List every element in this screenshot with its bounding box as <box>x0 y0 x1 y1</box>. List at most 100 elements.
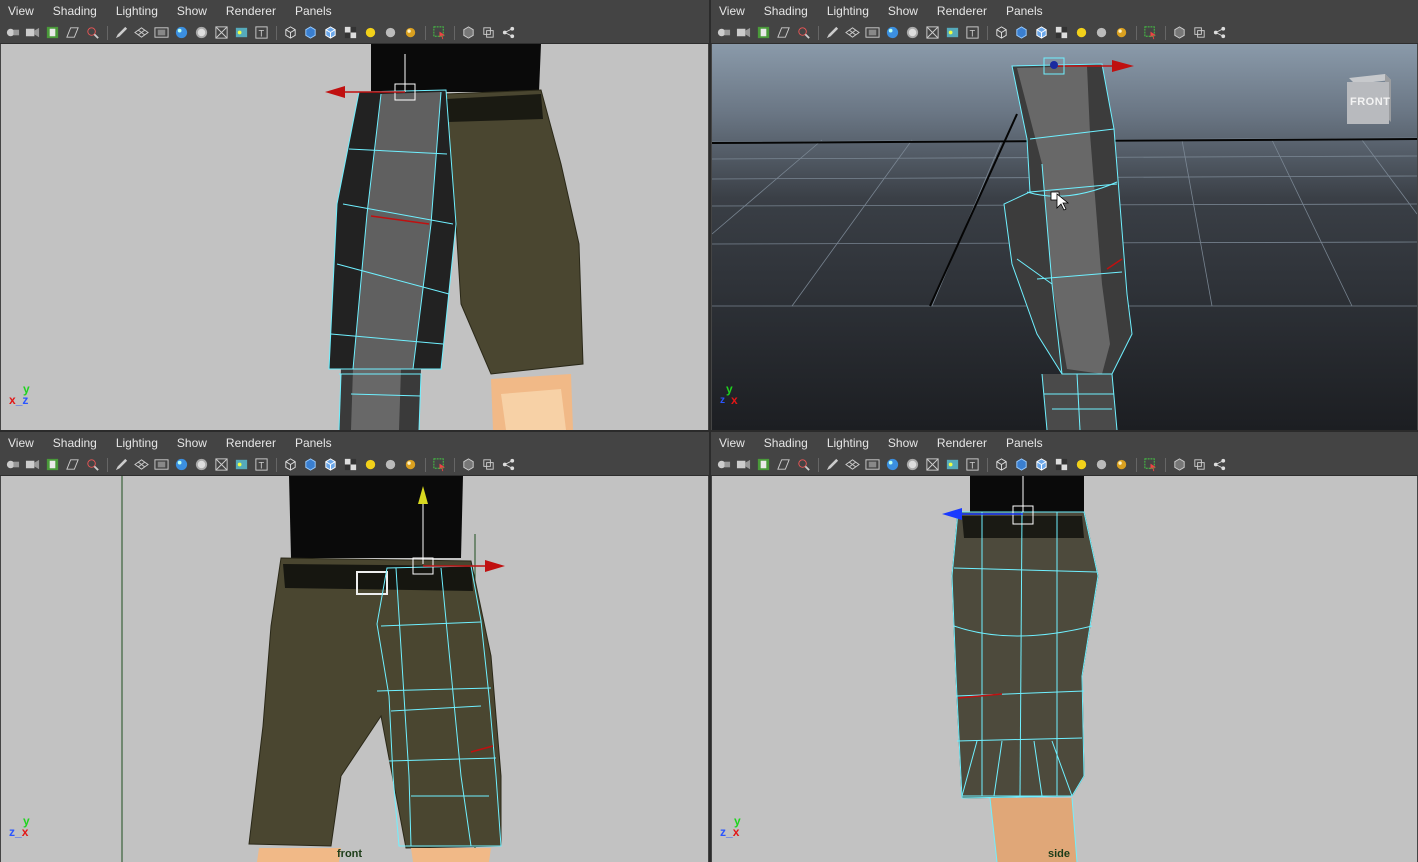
grid-icon[interactable] <box>133 25 149 41</box>
smooth-shade-icon[interactable] <box>302 457 318 473</box>
isolate-select-icon[interactable] <box>1142 25 1158 41</box>
menu-lighting[interactable]: Lighting <box>116 4 158 18</box>
field-chart-icon[interactable] <box>213 457 229 473</box>
isolate-select-icon[interactable] <box>431 457 447 473</box>
bookmark-icon[interactable] <box>755 25 771 41</box>
xray-joints-icon[interactable] <box>480 457 496 473</box>
xray-icon[interactable] <box>460 25 476 41</box>
ambient-occlusion-icon[interactable] <box>1113 25 1129 41</box>
textured-icon[interactable] <box>342 25 358 41</box>
textured-icon[interactable] <box>342 457 358 473</box>
image-plane-icon[interactable] <box>775 457 791 473</box>
menu-view[interactable]: View <box>8 4 34 18</box>
camera-attributes-icon[interactable] <box>24 25 40 41</box>
use-all-lights-icon[interactable] <box>362 457 378 473</box>
ambient-occlusion-icon[interactable] <box>1113 457 1129 473</box>
bookmark-icon[interactable] <box>755 457 771 473</box>
2d-pan-zoom-icon[interactable] <box>84 457 100 473</box>
viewport-bottom-left[interactable]: View Shading Lighting Show Renderer Pane… <box>0 432 709 862</box>
viewport-top-right[interactable]: View Shading Lighting Show Renderer Pane… <box>711 0 1418 430</box>
menu-show[interactable]: Show <box>888 436 918 450</box>
shadows-icon[interactable] <box>1093 25 1109 41</box>
menu-show[interactable]: Show <box>177 4 207 18</box>
viewport-top-left[interactable]: View Shading Lighting Show Renderer Pane… <box>0 0 709 430</box>
use-all-lights-icon[interactable] <box>1073 457 1089 473</box>
resolution-gate-icon[interactable] <box>173 457 189 473</box>
field-chart-icon[interactable] <box>924 457 940 473</box>
gate-mask-icon[interactable] <box>193 25 209 41</box>
camera-select-icon[interactable] <box>715 457 731 473</box>
resolution-gate-icon[interactable] <box>884 457 900 473</box>
xray-active-icon[interactable] <box>1211 25 1227 41</box>
resolution-gate-icon[interactable] <box>884 25 900 41</box>
grease-pencil-icon[interactable] <box>113 457 129 473</box>
gate-mask-icon[interactable] <box>904 25 920 41</box>
safe-action-icon[interactable] <box>233 457 249 473</box>
safe-title-icon[interactable]: T <box>964 25 980 41</box>
safe-action-icon[interactable] <box>944 457 960 473</box>
xray-active-icon[interactable] <box>500 457 516 473</box>
safe-title-icon[interactable]: T <box>253 25 269 41</box>
grease-pencil-icon[interactable] <box>824 25 840 41</box>
menu-view[interactable]: View <box>8 436 34 450</box>
safe-title-icon[interactable]: T <box>964 457 980 473</box>
wireframe-on-shaded-icon[interactable] <box>1033 25 1049 41</box>
2d-pan-zoom-icon[interactable] <box>84 25 100 41</box>
shadows-icon[interactable] <box>382 25 398 41</box>
wireframe-icon[interactable] <box>282 457 298 473</box>
isolate-select-icon[interactable] <box>431 25 447 41</box>
viewport-canvas[interactable]: y x _ z <box>1 44 708 430</box>
film-gate-icon[interactable] <box>153 25 169 41</box>
menu-lighting[interactable]: Lighting <box>827 4 869 18</box>
menu-renderer[interactable]: Renderer <box>937 436 987 450</box>
wireframe-icon[interactable] <box>993 457 1009 473</box>
2d-pan-zoom-icon[interactable] <box>795 25 811 41</box>
xray-joints-icon[interactable] <box>1191 457 1207 473</box>
xray-joints-icon[interactable] <box>1191 25 1207 41</box>
xray-joints-icon[interactable] <box>480 25 496 41</box>
camera-attributes-icon[interactable] <box>24 457 40 473</box>
shadows-icon[interactable] <box>1093 457 1109 473</box>
safe-action-icon[interactable] <box>233 25 249 41</box>
gate-mask-icon[interactable] <box>904 457 920 473</box>
textured-icon[interactable] <box>1053 25 1069 41</box>
menu-show[interactable]: Show <box>888 4 918 18</box>
menu-panels[interactable]: Panels <box>295 4 332 18</box>
textured-icon[interactable] <box>1053 457 1069 473</box>
wireframe-icon[interactable] <box>993 25 1009 41</box>
grid-icon[interactable] <box>844 457 860 473</box>
safe-title-icon[interactable]: T <box>253 457 269 473</box>
xray-active-icon[interactable] <box>500 25 516 41</box>
wireframe-on-shaded-icon[interactable] <box>1033 457 1049 473</box>
xray-icon[interactable] <box>1171 25 1187 41</box>
ambient-occlusion-icon[interactable] <box>402 457 418 473</box>
menu-shading[interactable]: Shading <box>764 436 808 450</box>
isolate-select-icon[interactable] <box>1142 457 1158 473</box>
menu-panels[interactable]: Panels <box>1006 436 1043 450</box>
film-gate-icon[interactable] <box>153 457 169 473</box>
smooth-shade-icon[interactable] <box>1013 25 1029 41</box>
menu-shading[interactable]: Shading <box>53 436 97 450</box>
image-plane-icon[interactable] <box>64 25 80 41</box>
wireframe-on-shaded-icon[interactable] <box>322 25 338 41</box>
menu-view[interactable]: View <box>719 436 745 450</box>
menu-panels[interactable]: Panels <box>295 436 332 450</box>
xray-active-icon[interactable] <box>1211 457 1227 473</box>
gate-mask-icon[interactable] <box>193 457 209 473</box>
image-plane-icon[interactable] <box>775 25 791 41</box>
menu-renderer[interactable]: Renderer <box>226 436 276 450</box>
use-all-lights-icon[interactable] <box>1073 25 1089 41</box>
menu-shading[interactable]: Shading <box>764 4 808 18</box>
safe-action-icon[interactable] <box>944 25 960 41</box>
xray-icon[interactable] <box>1171 457 1187 473</box>
field-chart-icon[interactable] <box>213 25 229 41</box>
grid-icon[interactable] <box>844 25 860 41</box>
viewport-canvas[interactable]: FRONT y zx <box>712 44 1417 430</box>
wireframe-icon[interactable] <box>282 25 298 41</box>
2d-pan-zoom-icon[interactable] <box>795 457 811 473</box>
bookmark-icon[interactable] <box>44 25 60 41</box>
use-all-lights-icon[interactable] <box>362 25 378 41</box>
field-chart-icon[interactable] <box>924 25 940 41</box>
film-gate-icon[interactable] <box>864 457 880 473</box>
camera-select-icon[interactable] <box>715 25 731 41</box>
